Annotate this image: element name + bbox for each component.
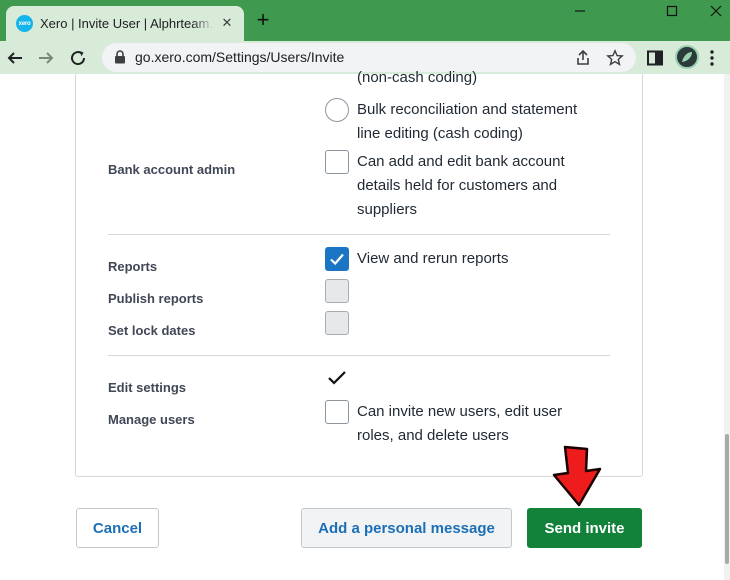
bank-account-admin-line1: Can add and edit bank account — [357, 153, 565, 170]
scrollbar-thumb[interactable] — [725, 434, 729, 564]
bulk-reconciliation-line2: line editing (cash coding) — [357, 125, 523, 142]
set-lock-dates-label: Set lock dates — [108, 323, 196, 338]
tab-title-fade — [192, 12, 214, 34]
reload-icon[interactable] — [67, 47, 89, 69]
bank-account-admin-label: Bank account admin — [108, 162, 236, 177]
xero-favicon-icon: xero — [16, 15, 33, 32]
window-maximize-icon[interactable] — [650, 0, 694, 22]
edit-settings-label: Edit settings — [108, 380, 187, 395]
browser-tab-strip: xero Xero | Invite User | Alphrteam.com … — [0, 0, 730, 41]
profile-leaf-icon — [682, 52, 692, 62]
set-lock-dates-checkbox[interactable] — [325, 311, 349, 335]
edit-settings-checkmark-icon — [328, 371, 346, 385]
option-text-partial: (non-cash coding) — [357, 69, 478, 86]
bulk-reconciliation-radio[interactable] — [325, 98, 349, 122]
reports-checkbox[interactable] — [325, 247, 349, 271]
checkmark-icon — [330, 253, 344, 266]
profile-avatar[interactable] — [675, 45, 699, 69]
side-panel-icon[interactable] — [644, 47, 666, 69]
reports-option-text: View and rerun reports — [357, 250, 509, 267]
lock-icon — [115, 50, 125, 64]
bookmark-star-icon[interactable] — [604, 47, 626, 69]
send-invite-button[interactable]: Send invite — [527, 508, 642, 548]
back-arrow-icon[interactable] — [4, 47, 26, 69]
publish-reports-checkbox[interactable] — [325, 279, 349, 303]
add-personal-message-button[interactable]: Add a personal message — [301, 508, 512, 548]
url-text: go.xero.com/Settings/Users/Invite — [135, 49, 345, 65]
new-tab-icon[interactable]: + — [252, 9, 274, 31]
window-minimize-icon[interactable] — [558, 0, 602, 22]
share-icon[interactable] — [572, 47, 594, 69]
manage-users-checkbox[interactable] — [325, 400, 349, 424]
tab-close-icon[interactable]: ✕ — [218, 14, 236, 32]
manage-users-line1: Can invite new users, edit user — [357, 403, 563, 420]
manage-users-label: Manage users — [108, 412, 195, 427]
manage-users-line2: roles, and delete users — [357, 427, 509, 444]
section-divider — [108, 234, 610, 235]
cancel-button[interactable]: Cancel — [76, 508, 159, 548]
red-pointer-arrow-icon — [552, 445, 602, 507]
bank-account-admin-line3: suppliers — [357, 201, 418, 218]
browser-tab[interactable]: xero Xero | Invite User | Alphrteam.com … — [6, 6, 244, 41]
publish-reports-label: Publish reports — [108, 291, 204, 306]
bank-account-admin-line2: details held for customers and — [357, 177, 558, 194]
section-divider — [108, 355, 610, 356]
browser-menu-icon[interactable] — [710, 49, 714, 67]
reports-label: Reports — [108, 259, 158, 274]
bulk-reconciliation-line1: Bulk reconciliation and statement — [357, 101, 578, 118]
window-close-icon[interactable] — [694, 0, 730, 22]
tab-title: Xero | Invite User | Alphrteam.com — [40, 16, 212, 31]
forward-arrow-icon[interactable] — [35, 47, 57, 69]
bank-account-admin-checkbox[interactable] — [325, 150, 349, 174]
